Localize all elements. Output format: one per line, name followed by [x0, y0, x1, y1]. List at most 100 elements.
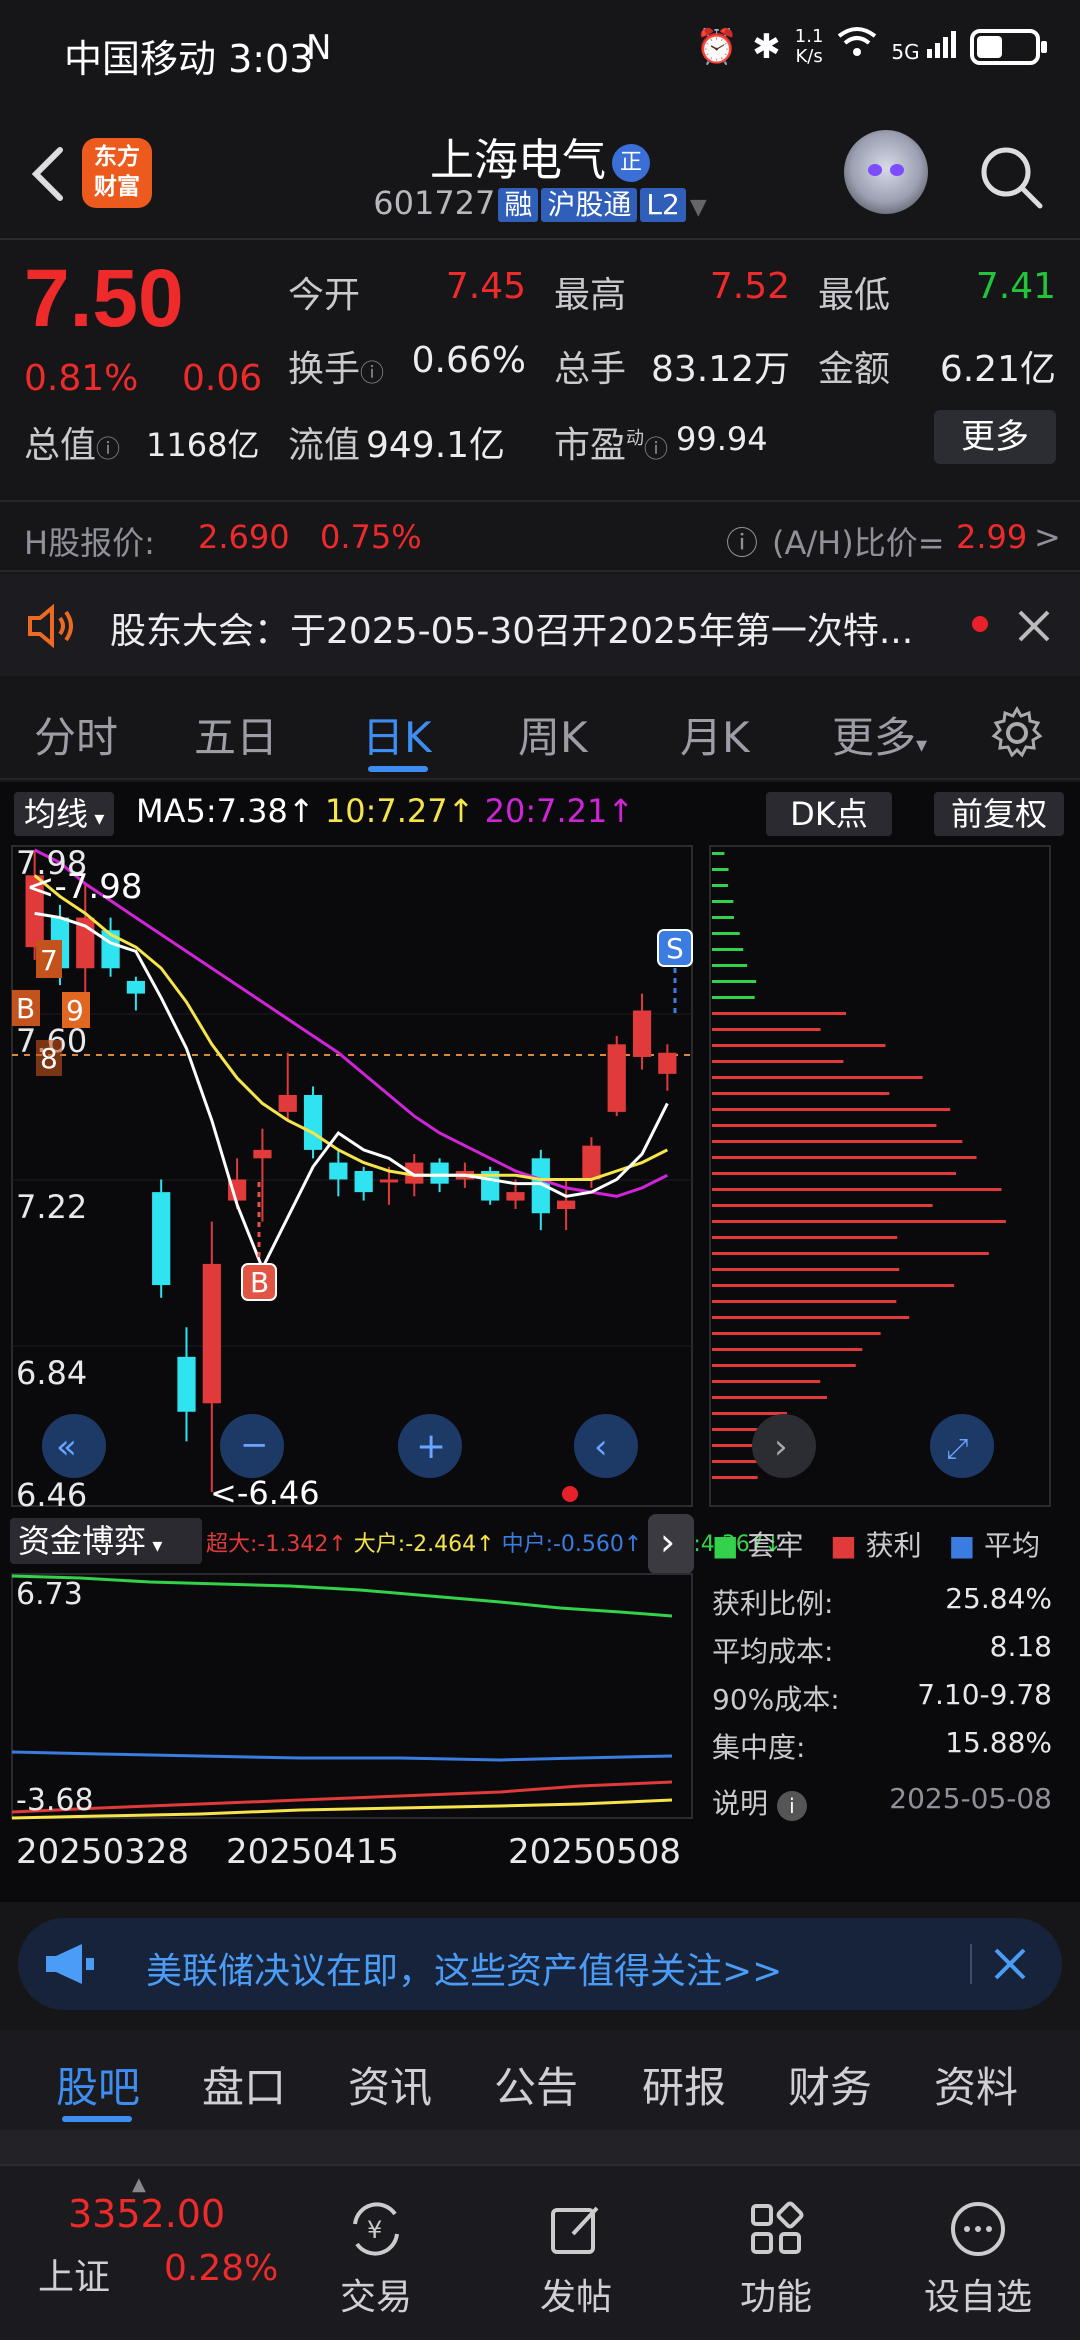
close-icon[interactable] [1016, 608, 1052, 644]
tag-margin: 融 [498, 188, 539, 222]
candle[interactable] [177, 1356, 196, 1412]
nav-trade[interactable]: ¥ 交易 [306, 2200, 446, 2320]
ah-ratio-arrow: > [1034, 518, 1061, 556]
fund-super-value: 超大:-1.342↑ [206, 1532, 347, 1557]
ma10-line [33, 874, 669, 1181]
candle[interactable] [379, 1179, 399, 1183]
more-button[interactable]: 更多 [934, 410, 1056, 464]
status-icons: ⏰ ✱ 1.1 K/s 5G [696, 26, 1047, 67]
tab-forum[interactable]: 股吧 [56, 2054, 140, 2115]
mark-7: 7 [40, 944, 58, 977]
last-price: 7.50 [24, 253, 184, 344]
candle[interactable] [557, 1200, 576, 1210]
settings-gear-icon[interactable] [990, 706, 1044, 760]
tag-connect: 沪股通 [541, 188, 638, 222]
date-end: 20250508 [508, 1832, 682, 1872]
tab-daily-k[interactable]: 日K [362, 704, 432, 765]
tab-orderbook[interactable]: 盘口 [202, 2054, 286, 2115]
low-value: 7.41 [975, 266, 1056, 307]
tab-announcements[interactable]: 公告 [494, 2054, 578, 2115]
chip-bar [712, 1284, 955, 1287]
candle[interactable] [329, 1162, 348, 1180]
candle[interactable] [506, 1192, 525, 1201]
ad-banner[interactable]: 美联储决议在即，这些资产值得关注>> [18, 1918, 1062, 2010]
tag-l2: L2 [640, 188, 686, 222]
low-label: 最低 [818, 275, 891, 316]
high-value: 7.52 [709, 266, 790, 307]
candle[interactable] [632, 1010, 652, 1057]
chip-bar [712, 1108, 951, 1111]
candle[interactable] [582, 1145, 601, 1180]
candle[interactable] [607, 1044, 626, 1112]
tab-intraday[interactable]: 分时 [34, 704, 118, 765]
robot-avatar[interactable] [844, 130, 928, 214]
chip-bar [712, 980, 757, 983]
tab-more[interactable]: 更多▾ [832, 704, 927, 765]
tab-profile[interactable]: 资料 [934, 2054, 1018, 2115]
wifi-icon [837, 26, 877, 67]
ad-text: 美联储决议在即，这些资产值得关注>> [146, 1951, 783, 1992]
tab-news[interactable]: 资讯 [348, 2054, 432, 2115]
ma20-value: 20:7.21↑ [484, 792, 635, 830]
tab-weekly-k[interactable]: 周K [518, 704, 588, 765]
chip-bar [712, 1348, 863, 1351]
search-icon[interactable] [978, 144, 1044, 210]
adjust-button[interactable]: 前复权 [934, 792, 1064, 836]
candle[interactable] [126, 980, 145, 994]
candle[interactable] [253, 1149, 272, 1159]
h-share-label: H股报价: [24, 524, 155, 562]
info-icon: i [776, 1791, 807, 1821]
dk-point-button[interactable]: DK点 [766, 792, 892, 836]
chip-row-90-cost: 90%成本: 7.10-9.78 [712, 1678, 1052, 1716]
notice-bar[interactable]: 股东大会：于2025-05-30召开2025年第一次特... [0, 574, 1080, 676]
index-pct[interactable]: 0.28% [164, 2248, 278, 2289]
trade-icon: ¥ [353, 2202, 399, 2256]
speaker-icon [28, 603, 73, 649]
candle[interactable] [430, 1162, 449, 1184]
tab-financials[interactable]: 财务 [788, 2054, 872, 2115]
nav-functions[interactable]: 功能 [706, 2200, 846, 2320]
caret-down-icon: ▼ [689, 195, 707, 220]
date-mid: 20250415 [226, 1832, 400, 1872]
high-marker: <-7.98 [26, 867, 142, 907]
fund-flow-chart[interactable]: 6.73 -3.68 [0, 1572, 700, 1822]
candle[interactable] [278, 1094, 297, 1112]
chart-area: 均线 ▾ MA5:7.38↑ 10:7.27↑ 20:7.21↑ DK点 前复权… [0, 782, 1080, 1902]
candle[interactable] [658, 1052, 677, 1074]
fund-game-button[interactable]: 资金博弈 ▾ [10, 1518, 202, 1564]
candle[interactable] [202, 1263, 221, 1404]
ma-toggle-button[interactable]: 均线 ▾ [14, 792, 115, 836]
chart-period-tabs: 分时 五日 日K 周K 月K 更多▾ [0, 680, 1080, 780]
candle[interactable] [303, 1094, 323, 1150]
tab-monthly-k[interactable]: 月K [680, 704, 750, 765]
y-label-6.46: 6.46 [16, 1476, 87, 1512]
candle[interactable] [354, 1171, 373, 1193]
nav-watchlist[interactable]: 设自选 [908, 2200, 1048, 2320]
h-share-price: 2.690 [198, 518, 290, 556]
help-icon[interactable]: ⓘ [726, 518, 758, 564]
active-tab-indicator [368, 766, 428, 772]
chevron-left-icon: ‹ [594, 1427, 608, 1467]
tab-five-day[interactable]: 五日 [194, 704, 278, 765]
index-value[interactable]: 3352.00 [68, 2192, 225, 2236]
megaphone-icon [46, 1944, 94, 1984]
nav-post[interactable]: 发帖 [506, 2200, 646, 2320]
h-share-row[interactable]: H股报价: 2.690 0.75% ⓘ (A/H)比价= 2.99 > [0, 500, 1080, 572]
close-ad-icon[interactable] [992, 1946, 1028, 1982]
chip-bar [712, 1364, 856, 1367]
chip-bar [712, 1092, 890, 1095]
amount-value: 6.21亿 [939, 349, 1056, 390]
tab-research[interactable]: 研报 [642, 2054, 726, 2115]
candlestick-chart[interactable]: 7.60 7.22 6.84 6.46 7.98 <-7.98 <-6.46 7… [0, 842, 1080, 1512]
battery-icon [970, 28, 1047, 65]
chip-bar [712, 1316, 910, 1319]
candle[interactable] [152, 1192, 171, 1286]
volume-label: 总手 [554, 349, 627, 390]
chip-row-note[interactable]: 说明 i 2025-05-08 [712, 1782, 1052, 1822]
expand-side-button[interactable]: › [648, 1514, 694, 1574]
chip-bar [712, 852, 725, 855]
chip-bar [712, 1028, 821, 1031]
index-name[interactable]: 上证 [38, 2248, 110, 2300]
float-label: 流值 [288, 425, 361, 466]
low-marker: <-6.46 [210, 1474, 320, 1512]
